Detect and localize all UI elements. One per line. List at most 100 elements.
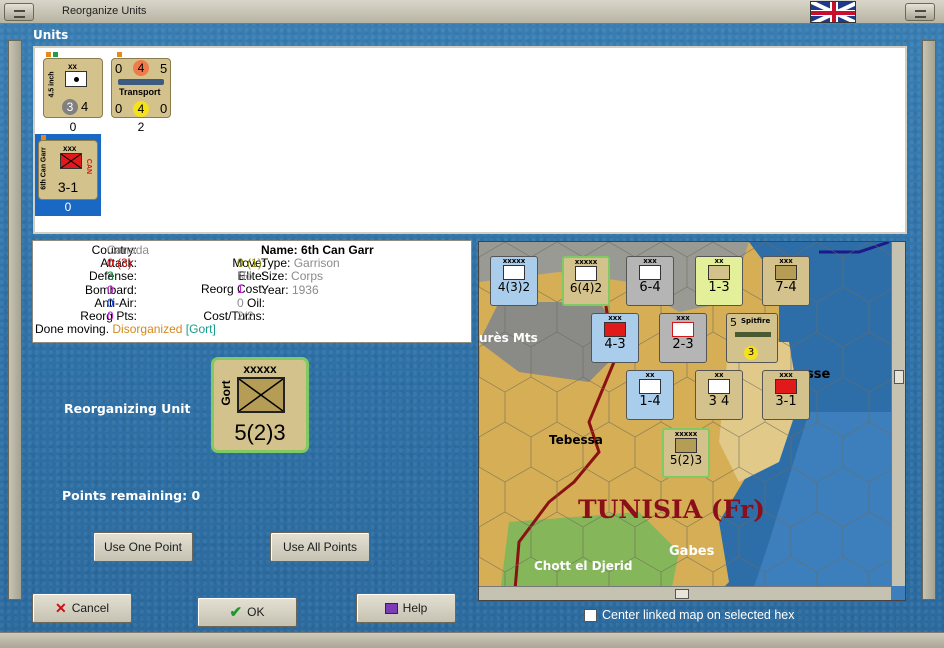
transport-bottom-left: 0 xyxy=(115,101,123,116)
points-remaining-label: Points remaining: xyxy=(62,488,188,503)
ship-icon xyxy=(118,79,164,85)
center-map-label: Center linked map on selected hex xyxy=(602,608,795,622)
type-value: Garrison xyxy=(293,256,340,271)
reorganize-units-window: Reorganize Units Units 4.5 inch xx 3 4 0… xyxy=(0,0,944,648)
map-hscroll-thumb[interactable] xyxy=(675,589,689,599)
transport-top-right: 5 xyxy=(160,61,168,76)
size-value: Corps xyxy=(291,269,324,284)
right-frame-scrollbar[interactable] xyxy=(922,40,936,600)
map-horizontal-scrollbar[interactable] xyxy=(479,586,891,600)
map-counter-inter[interactable]: xxx 2-3 xyxy=(659,313,707,363)
unit-6th-can-garr[interactable]: 6th Can Garr xxx CAN 3-1 0 xyxy=(35,134,101,216)
unit-left-value: 3 xyxy=(62,99,78,115)
reorganizing-unit-label: Reorganizing Unit xyxy=(64,401,191,416)
map-counter-gort[interactable]: xxxxx 5(2)3 xyxy=(662,428,710,478)
aircraft-icon xyxy=(735,332,771,337)
center-map-checkbox[interactable] xyxy=(584,609,597,622)
type-label: Type: xyxy=(261,256,291,271)
garrison-symbol-icon xyxy=(60,153,82,169)
map-counter-monastir[interactable]: xxx 4-3 xyxy=(591,313,639,363)
oil-value: 0 xyxy=(237,295,244,310)
left-frame-scrollbar[interactable] xyxy=(8,40,22,600)
help-button[interactable]: Help xyxy=(356,593,456,623)
checkmark-icon: ✔ xyxy=(229,604,243,621)
help-label: Help xyxy=(402,601,428,615)
ok-label: OK xyxy=(247,605,265,619)
unit-size-label: xxx xyxy=(63,144,77,153)
system-menu-button[interactable] xyxy=(4,3,34,21)
unit-count: 0 xyxy=(64,200,72,214)
minimize-button[interactable] xyxy=(905,3,935,21)
use-all-points-button[interactable]: Use All Points xyxy=(270,532,370,562)
use-one-point-button[interactable]: Use One Point xyxy=(93,532,193,562)
year-label: Year: xyxy=(261,282,289,297)
window-title: Reorganize Units xyxy=(62,5,147,17)
move-value: 0 xyxy=(237,256,244,270)
map-counter-4-5-inch[interactable]: xx 3 4 xyxy=(695,370,743,420)
army-symbol-icon xyxy=(237,377,285,413)
year-value: 1936 xyxy=(291,282,319,297)
cancel-label: Cancel xyxy=(71,601,110,615)
cancel-button[interactable]: ✕ Cancel xyxy=(32,593,132,623)
move-extra: (1) xyxy=(247,256,262,270)
units-heading: Units xyxy=(33,28,69,42)
transport-bottom-right: 0 xyxy=(160,101,168,116)
reorganizing-unit-counter: Gort xxxxx 5(2)3 xyxy=(211,357,309,453)
ok-button[interactable]: ✔ OK xyxy=(197,597,297,627)
map-counter-1-4[interactable]: xx 1-4 xyxy=(626,370,674,420)
map-counter-alexander[interactable]: xxxxx 6(4)2 xyxy=(562,256,610,306)
defense-value: 3 xyxy=(107,269,114,284)
costturns-value: 2/2 xyxy=(237,308,254,323)
bottom-frame-bar xyxy=(0,632,944,648)
book-icon xyxy=(384,602,398,614)
map-counter-spitfire[interactable]: 5 Spitfire 3 xyxy=(726,313,778,363)
unit-transport[interactable]: 0 4 5 Transport 0 4 0 2 xyxy=(109,52,173,134)
unit-count: 0 xyxy=(69,120,77,134)
unit-right-value: 4 xyxy=(81,99,89,114)
name-label: Name: xyxy=(261,243,298,257)
map-label-chott: Chott el Djerid xyxy=(534,559,633,573)
map-counter-1-3[interactable]: xx 1-3 xyxy=(695,256,743,306)
transport-bottom-mid: 4 xyxy=(133,101,149,117)
status-done: Done moving. xyxy=(35,322,110,336)
units-list: 4.5 inch xx 3 4 0 0 4 5 Transport 0 4 0 xyxy=(33,46,907,234)
transport-top-mid: 4 xyxy=(133,60,149,76)
map-counter-6th-can-garr[interactable]: xxx 3-1 xyxy=(762,370,810,420)
unit-name-vertical: 4.5 inch xyxy=(48,71,56,98)
linked-map[interactable]: urès Mts Tebessa TUNISIA (Fr) Gabes Chot… xyxy=(478,241,906,601)
artillery-symbol-icon xyxy=(65,71,87,87)
map-counter-georges[interactable]: xxxxx 4(3)2 xyxy=(490,256,538,306)
map-counter-ii-ital[interactable]: xxx 7-4 xyxy=(762,256,810,306)
transport-top-left: 0 xyxy=(115,61,123,76)
unit-name-vertical: Gort xyxy=(219,380,233,406)
status-disorganized: Disorganized xyxy=(112,322,183,336)
title-bar: Reorganize Units xyxy=(0,0,944,24)
map-label-tebessa: Tebessa xyxy=(549,433,603,447)
close-icon: ✕ xyxy=(54,599,67,616)
country-value: Canada xyxy=(107,243,150,257)
map-vertical-scrollbar[interactable] xyxy=(891,242,905,586)
unit-4-5-inch[interactable]: 4.5 inch xx 3 4 0 xyxy=(41,52,105,134)
map-vscroll-thumb[interactable] xyxy=(894,370,904,384)
points-remaining: Points remaining: 0 xyxy=(62,488,200,503)
map-label-gabes: Gabes xyxy=(669,544,715,559)
unit-values: 3-1 xyxy=(57,179,79,195)
use-one-point-label: Use One Point xyxy=(103,540,183,554)
elite-value: No xyxy=(237,269,253,284)
points-remaining-value: 0 xyxy=(191,488,201,503)
map-label-tunisia: TUNISIA (Fr) xyxy=(578,495,765,524)
unit-size-label: xx xyxy=(68,62,77,71)
bombard-value: 0 xyxy=(107,282,114,297)
reorgcost-value: 1 xyxy=(237,282,244,297)
reorgpts-value: 0 xyxy=(107,309,114,324)
unit-nation: CAN xyxy=(85,158,93,175)
unit-info-panel: Country: Attack: Defense: Bombard: Anti-… xyxy=(32,240,472,343)
use-all-points-label: Use All Points xyxy=(282,540,358,554)
attack-value: 0 xyxy=(107,256,114,271)
antiair-value: 0 xyxy=(107,295,114,310)
map-counter-6-4[interactable]: xxx 6-4 xyxy=(626,256,674,306)
unit-count: 2 xyxy=(137,120,145,134)
size-label: Size: xyxy=(261,269,288,284)
map-label-mountains: urès Mts xyxy=(479,331,538,345)
transport-label: Transport xyxy=(119,87,161,97)
